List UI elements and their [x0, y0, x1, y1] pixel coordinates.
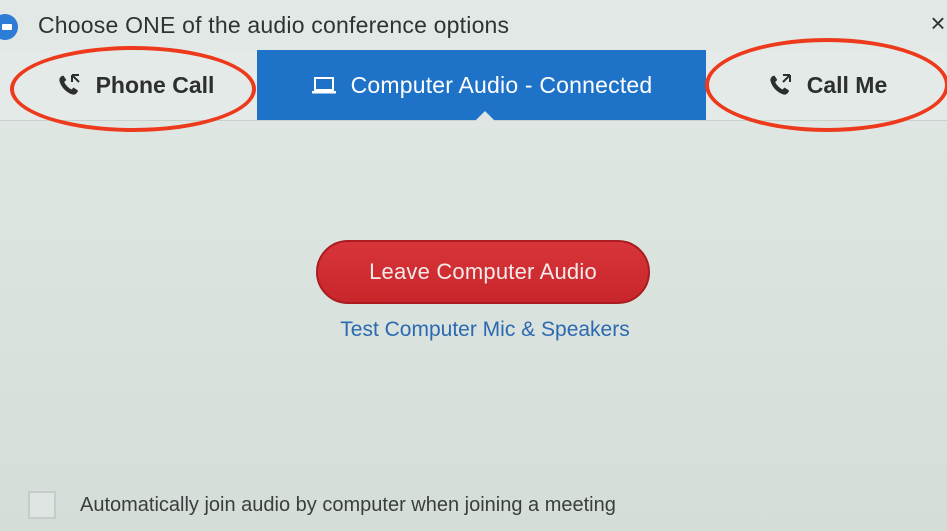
auto-join-checkbox[interactable] — [28, 491, 56, 519]
audio-options-dialog: Choose ONE of the audio conference optio… — [0, 0, 947, 531]
tab-call-me-label: Call Me — [806, 71, 888, 98]
tab-call-me[interactable]: Call Me — [712, 50, 942, 120]
phone-call-icon — [56, 72, 82, 98]
close-button[interactable]: × — [926, 8, 947, 38]
call-me-icon — [767, 72, 793, 98]
audio-option-tabs: Phone Call Computer Audio - Connected Ca… — [0, 50, 947, 121]
zoom-app-icon — [0, 14, 18, 40]
window-title: Choose ONE of the audio conference optio… — [38, 12, 510, 38]
auto-join-label: Automatically join audio by computer whe… — [80, 493, 616, 516]
auto-join-row: Automatically join audio by computer whe… — [28, 488, 616, 522]
laptop-icon — [311, 72, 337, 98]
tab-computer-audio[interactable]: Computer Audio - Connected — [257, 50, 706, 121]
tab-phone-call-label: Phone Call — [95, 71, 215, 98]
leave-computer-audio-button[interactable]: Leave Computer Audio — [316, 240, 650, 304]
tab-phone-call[interactable]: Phone Call — [20, 50, 250, 120]
title-bar: Choose ONE of the audio conference optio… — [0, 0, 947, 50]
tab-computer-audio-label: Computer Audio - Connected — [350, 71, 653, 98]
test-mic-speakers-link[interactable]: Test Computer Mic & Speakers — [300, 318, 670, 342]
